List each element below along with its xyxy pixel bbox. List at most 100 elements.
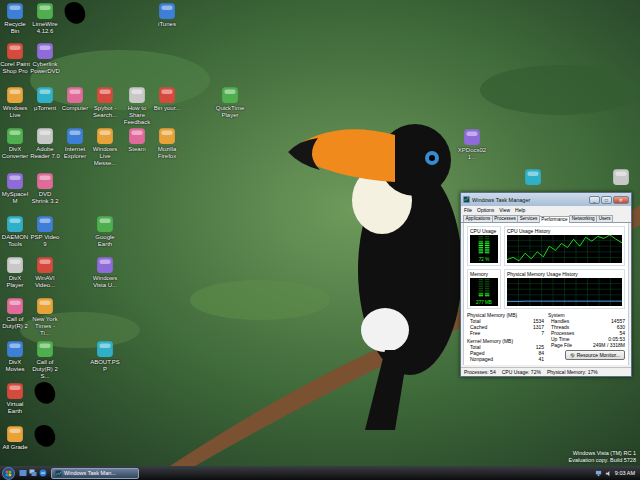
desktop-icon[interactable]: [30, 382, 60, 404]
resource-monitor-button[interactable]: Resource Monitor...: [565, 350, 625, 360]
desktop-icon[interactable]: QuickTime Player: [215, 86, 245, 119]
icon-label: New York Times - Ti...: [30, 316, 60, 337]
desktop-icon[interactable]: [30, 425, 60, 447]
desktop-icon[interactable]: DAEMON Tools: [0, 215, 30, 248]
app-icon: [6, 42, 24, 60]
group-title: System: [548, 312, 625, 318]
history-plot: [507, 278, 622, 306]
stat-row: Handles14557: [548, 318, 625, 324]
icon-label: Internet Explorer: [60, 146, 90, 160]
status-bar: Processes: 54CPU Usage: 72%Physical Memo…: [461, 367, 631, 376]
history-plot: [507, 235, 622, 263]
volume-icon[interactable]: [605, 470, 612, 477]
desktop-icon[interactable]: LimeWire 4.12.6: [30, 2, 60, 35]
desktop-icon[interactable]: Google Earth: [90, 215, 120, 248]
menu-item[interactable]: View: [499, 207, 510, 213]
desktop-icon[interactable]: Windows Live Messe...: [90, 127, 120, 167]
app-icon: [463, 128, 481, 146]
internet-explorer-icon[interactable]: [39, 469, 47, 477]
desktop-icon[interactable]: PSP Video 9: [30, 215, 60, 248]
desktop-icon[interactable]: [606, 168, 636, 186]
desktop-icon[interactable]: Steam: [122, 127, 152, 153]
desktop-icon[interactable]: Call of Duty(R) 2: [0, 297, 30, 330]
desktop-icon[interactable]: Virtual Earth: [0, 382, 30, 415]
stat-row: Threads630: [548, 324, 625, 330]
meter-reading: 72 %: [479, 257, 489, 262]
icon-label: iTunes: [152, 21, 182, 28]
meter-bars: [474, 236, 494, 254]
menu-item[interactable]: Options: [477, 207, 494, 213]
window-control-button[interactable]: _: [589, 196, 600, 204]
task-button[interactable]: Windows Task Man...: [51, 468, 139, 479]
icon-label: Cyberlink PowerDVD: [30, 61, 60, 75]
tab[interactable]: Networking: [569, 215, 597, 222]
desktop-icon[interactable]: Bin your...: [152, 86, 182, 112]
desktop-icon[interactable]: Windows Live: [0, 86, 30, 119]
desktop-icon[interactable]: Windows Vista U...: [90, 256, 120, 289]
desktop-icon[interactable]: µTorrent: [30, 86, 60, 112]
stat-row: Processes54: [548, 330, 625, 336]
desktop-icon[interactable]: DivX Converter: [0, 127, 30, 160]
start-button[interactable]: [2, 467, 15, 480]
network-icon[interactable]: [595, 470, 602, 477]
memory-history-chart: [507, 278, 622, 306]
desktop-icon[interactable]: Internet Explorer: [60, 127, 90, 160]
desktop-icon[interactable]: [60, 2, 90, 24]
cpu-history-group: CPU Usage History: [504, 226, 625, 266]
menu-item[interactable]: Help: [515, 207, 525, 213]
clock[interactable]: 9:03 AM: [615, 470, 635, 476]
tab[interactable]: Users: [596, 215, 613, 222]
show-desktop-icon[interactable]: [19, 469, 27, 477]
desktop-icon[interactable]: XPDocs021...: [457, 128, 487, 161]
tab[interactable]: Processes: [492, 215, 518, 222]
tab[interactable]: Performance: [539, 216, 570, 223]
desktop-icon[interactable]: How to Share Feedback: [122, 86, 152, 126]
app-icon: [6, 297, 24, 315]
task-manager-window[interactable]: Windows Task Manager_□✕File Options View He…: [460, 192, 632, 377]
performance-panel: CPU Usage72 %CPU Usage HistoryMemory277 …: [463, 223, 629, 365]
status-cell: CPU Usage: 72%: [502, 369, 541, 375]
desktop-icon[interactable]: DivX Player: [0, 256, 30, 289]
desktop-icon[interactable]: DVD Shrink 3.2: [30, 172, 60, 205]
desktop-icon[interactable]: ABOUT.PSP: [90, 340, 120, 373]
desktop-icon[interactable]: WinAVI Video...: [30, 256, 60, 289]
desktop-icon[interactable]: All Grade: [0, 425, 30, 451]
icon-label: Bin your...: [152, 105, 182, 112]
desktop-icon[interactable]: [518, 168, 548, 186]
app-icon: [36, 172, 54, 190]
desktop-icon[interactable]: Computer: [60, 86, 90, 112]
stat-row: Paged84: [467, 350, 544, 356]
desktop-icon[interactable]: Recycle Bin: [0, 2, 30, 35]
app-icon: [96, 340, 114, 358]
tab[interactable]: Services: [517, 215, 540, 222]
desktop-icon[interactable]: Adobe Reader 7.0: [30, 127, 60, 160]
desktop-icon[interactable]: Corel Paint Shop Pro: [0, 42, 30, 75]
icon-label: DivX Player: [0, 275, 30, 289]
window-control-button[interactable]: □: [601, 196, 612, 204]
stat-row: Total125: [467, 344, 544, 350]
app-icon: [6, 86, 24, 104]
app-icon: [612, 168, 630, 186]
menu-item[interactable]: File: [464, 207, 472, 213]
windows-orb-icon: [2, 467, 15, 480]
window-control-button[interactable]: ✕: [613, 196, 629, 204]
switch-windows-icon[interactable]: [29, 469, 37, 477]
app-icon: [6, 382, 24, 400]
desktop-icon[interactable]: MySpaceIM: [0, 172, 30, 205]
icon-label: How to Share Feedback: [122, 105, 152, 126]
group-title: Physical Memory Usage History: [507, 271, 622, 277]
stats-area: Physical Memory (MB)Total1534Cached1317F…: [467, 312, 625, 362]
redacted-blob-icon: [33, 423, 57, 449]
meter-reading: 277 MB: [476, 300, 492, 305]
icon-label: Windows Live: [0, 105, 30, 119]
tab[interactable]: Applications: [463, 215, 493, 222]
desktop-icon[interactable]: New York Times - Ti...: [30, 297, 60, 337]
desktop-icon[interactable]: Spybot - Search...: [90, 86, 120, 119]
desktop-icon[interactable]: iTunes: [152, 2, 182, 28]
title-bar[interactable]: Windows Task Manager_□✕: [461, 193, 631, 206]
app-icon: [158, 2, 176, 20]
desktop-icon[interactable]: Mozilla Firefox: [152, 127, 182, 160]
desktop-icon[interactable]: Cyberlink PowerDVD: [30, 42, 60, 75]
desktop-icon[interactable]: Call of Duty(R) 2 S...: [30, 340, 60, 380]
desktop-icon[interactable]: DivX Movies: [0, 340, 30, 373]
